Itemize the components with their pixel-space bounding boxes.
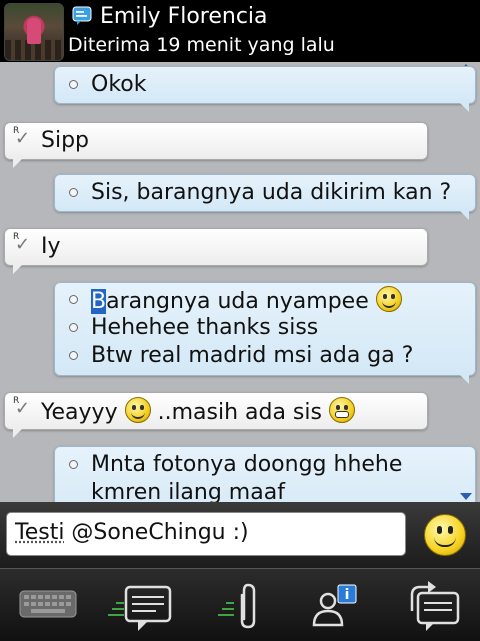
contact-info-icon[interactable]: i (290, 575, 380, 635)
bullet-icon (69, 323, 78, 332)
bullet-icon (69, 188, 78, 197)
laughing-emoji-icon (375, 286, 402, 312)
message-line: Sipp (5, 127, 427, 155)
bullet-icon (69, 295, 78, 304)
keyboard-icon[interactable] (4, 575, 94, 635)
message-text: Sipp (41, 128, 90, 153)
spellcheck-word[interactable]: Testi (15, 520, 64, 545)
bullet-icon (69, 351, 78, 360)
laughing-emoji-icon (124, 397, 151, 423)
message-text-part: Yeayyy (41, 400, 118, 425)
message-bubble-received[interactable]: R ✓ Iy (4, 228, 428, 274)
message-text: Mnta fotonya doongg hhehe (91, 452, 403, 477)
message-text: Btw real madrid msi ada ga ? (91, 343, 414, 368)
message-line: Sis, barangnya uda dikirim kan ? (55, 179, 475, 207)
chat-icon[interactable] (98, 575, 188, 635)
avatar-photo-figure (27, 18, 41, 44)
switch-chat-icon[interactable] (386, 575, 476, 635)
attach-paperclip-icon[interactable] (194, 575, 284, 635)
chat-history[interactable]: Okok R ✓ Sipp Sis, barangnya uda dikirim… (0, 62, 480, 502)
message-text: Okok (91, 72, 147, 97)
bullet-icon (69, 460, 78, 469)
delivery-status: Diterima 19 menit yang lalu (68, 34, 335, 56)
contact-avatar[interactable] (4, 3, 64, 61)
message-line: Iy (5, 233, 427, 261)
message-bubble-sent[interactable]: Sis, barangnya uda dikirim kan ? (54, 174, 476, 220)
composer-bar: Testi @SoneChingu :) (0, 502, 480, 568)
message-text: Iy (41, 234, 61, 259)
scroll-down-arrow-icon[interactable] (460, 493, 472, 500)
bullet-icon (69, 80, 78, 89)
message-line: Mnta fotonya doongg hhehe (55, 451, 475, 479)
message-bubble-sent[interactable]: Mnta fotonya doongg hhehe kmren ilang ma… (54, 446, 476, 502)
message-line: Barangnya uda nyampee (55, 286, 475, 314)
bottom-toolbar: i (0, 568, 480, 641)
bbm-chat-icon (72, 6, 92, 25)
message-text-rest: arangnya uda nyampee (106, 289, 369, 314)
message-line: kmren ilang maaf (55, 479, 475, 502)
contact-name: Emily Florencia (100, 4, 268, 29)
text-cursor-selection: B (91, 289, 107, 314)
message-text-part: ..masih ada sis (157, 400, 322, 425)
message-line: Yeayyy ..masih ada sis (5, 397, 427, 425)
message-text: Hehehee thanks siss (91, 315, 319, 340)
chat-header: Emily Florencia Diterima 19 menit yang l… (0, 0, 480, 62)
message-bubble-received[interactable]: R ✓ Yeayyy ..masih ada sis (4, 392, 428, 438)
message-text: kmren ilang maaf (91, 480, 285, 502)
message-bubble-received[interactable]: R ✓ Sipp (4, 122, 428, 168)
emoticon-picker-icon[interactable] (424, 514, 466, 556)
message-text: Sis, barangnya uda dikirim kan ? (91, 180, 452, 205)
message-input-text[interactable]: Testi @SoneChingu :) (15, 519, 249, 547)
message-bubble-sent[interactable]: Okok (54, 66, 476, 112)
message-text: Yeayyy ..masih ada sis (41, 397, 355, 427)
svg-text:i: i (345, 587, 350, 603)
message-line: Hehehee thanks siss (55, 314, 475, 342)
message-input[interactable]: Testi @SoneChingu :) (6, 512, 406, 556)
message-line: Okok (55, 71, 475, 99)
message-text: Barangnya uda nyampee (91, 286, 402, 316)
grinning-emoji-icon (328, 397, 355, 423)
message-bubble-sent[interactable]: Barangnya uda nyampee Hehehee thanks sis… (54, 282, 476, 384)
message-input-rest: @SoneChingu :) (64, 520, 249, 545)
message-line: Btw real madrid msi ada ga ? (55, 342, 475, 370)
